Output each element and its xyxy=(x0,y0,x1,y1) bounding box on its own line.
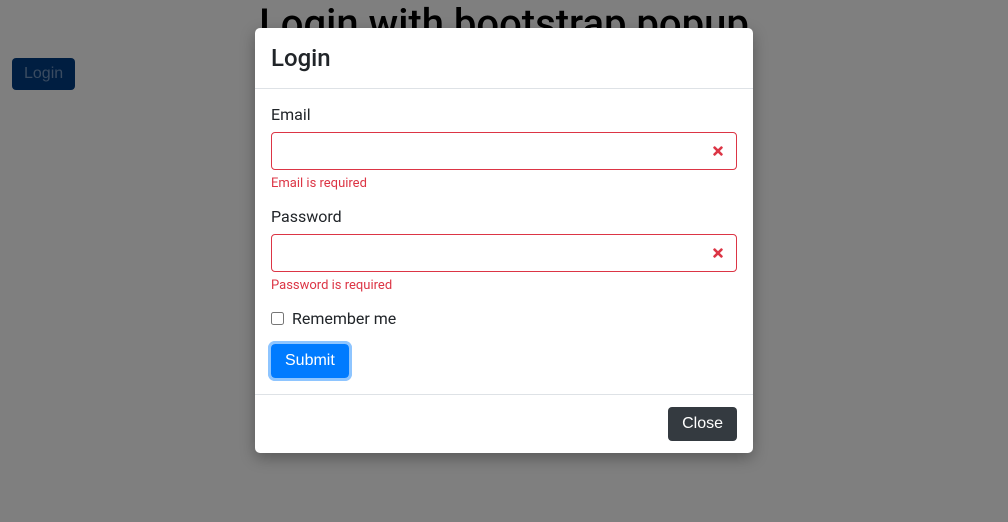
email-field[interactable] xyxy=(271,132,737,170)
modal-body: Email Email is required Password xyxy=(255,89,753,394)
login-modal: Login Email Email is required Password xyxy=(255,28,753,453)
remember-label[interactable]: Remember me xyxy=(292,309,396,328)
email-input-wrapper xyxy=(271,132,737,170)
password-label: Password xyxy=(271,207,737,226)
login-form: Email Email is required Password xyxy=(271,105,737,378)
password-group: Password Password is required xyxy=(271,207,737,293)
password-input-wrapper xyxy=(271,234,737,272)
email-group: Email Email is required xyxy=(271,105,737,191)
password-field[interactable] xyxy=(271,234,737,272)
password-error: Password is required xyxy=(271,278,737,293)
modal-header: Login xyxy=(255,28,753,89)
email-error: Email is required xyxy=(271,176,737,191)
remember-checkbox[interactable] xyxy=(271,312,284,325)
modal-title: Login xyxy=(271,44,737,72)
remember-group: Remember me xyxy=(271,309,737,328)
modal-footer: Close xyxy=(255,394,753,453)
email-label: Email xyxy=(271,105,737,124)
submit-button[interactable]: Submit xyxy=(271,344,349,378)
close-button[interactable]: Close xyxy=(668,407,737,441)
